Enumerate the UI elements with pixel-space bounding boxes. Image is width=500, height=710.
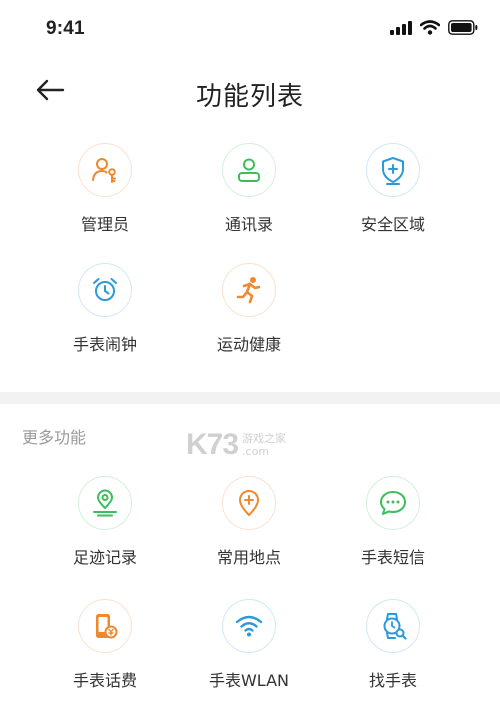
status-time: 9:41 [46, 18, 85, 39]
running-icon [222, 263, 276, 317]
admin-key-icon [78, 143, 132, 197]
tile-label: 找手表 [368, 671, 417, 690]
tile-label: 安全区域 [360, 215, 425, 234]
cellular-signal-icon [390, 20, 412, 39]
chat-bubble-icon [366, 476, 420, 530]
more-feature-grid: 足迹记录 常用地点 手表短信 手表话费 手表WLAN 找手表 [33, 476, 465, 692]
phone-bill-icon [78, 599, 132, 653]
tile-alarm[interactable]: 手表闹钟 [33, 263, 177, 356]
tile-safe-zone[interactable]: 安全区域 [321, 143, 465, 236]
tile-admin[interactable]: 管理员 [33, 143, 177, 236]
tile-label: 手表闹钟 [72, 335, 137, 354]
page-title: 功能列表 [195, 82, 304, 112]
tile-frequent-places[interactable]: 常用地点 [177, 476, 321, 569]
tile-find-watch[interactable]: 找手表 [321, 599, 465, 692]
wifi-status-icon [419, 20, 441, 39]
watermark-line1: 游戏之家 [242, 432, 287, 445]
tile-label: 通讯录 [224, 215, 273, 234]
tile-label: 手表话费 [72, 671, 137, 690]
status-bar: 9:41 [0, 0, 500, 60]
tile-phone-bill[interactable]: 手表话费 [33, 599, 177, 692]
location-pin-icon [222, 476, 276, 530]
section-divider [0, 392, 500, 404]
tile-contacts[interactable]: 通讯录 [177, 143, 321, 236]
tile-label: 手表WLAN [208, 671, 290, 690]
watermark: K73 游戏之家 .com [186, 428, 286, 462]
wifi-icon [222, 599, 276, 653]
tile-label: 常用地点 [216, 548, 281, 567]
watermark-line2: .com [242, 445, 270, 458]
tile-watch-wlan[interactable]: 手表WLAN [177, 599, 321, 692]
header: 功能列表 [0, 60, 500, 124]
footprint-location-icon [78, 476, 132, 530]
tile-label: 手表短信 [360, 548, 425, 567]
tile-label: 管理员 [80, 215, 129, 234]
shield-icon [366, 143, 420, 197]
tile-label: 足迹记录 [72, 548, 137, 567]
status-icons [390, 20, 478, 39]
contacts-icon [222, 143, 276, 197]
find-watch-icon [366, 599, 420, 653]
alarm-clock-icon [78, 263, 132, 317]
watermark-logo: K73 [186, 428, 239, 461]
watermark-text: 游戏之家 .com [242, 432, 286, 458]
section-label-more: 更多功能 [22, 428, 87, 447]
tile-watch-sms[interactable]: 手表短信 [321, 476, 465, 569]
battery-icon [448, 20, 478, 39]
tile-sports-health[interactable]: 运动健康 [177, 263, 321, 356]
tile-label: 运动健康 [216, 335, 281, 354]
tile-footprint[interactable]: 足迹记录 [33, 476, 177, 569]
main-feature-grid: 管理员 通讯录 安全区域 手表闹钟 运动健康 [33, 143, 465, 356]
